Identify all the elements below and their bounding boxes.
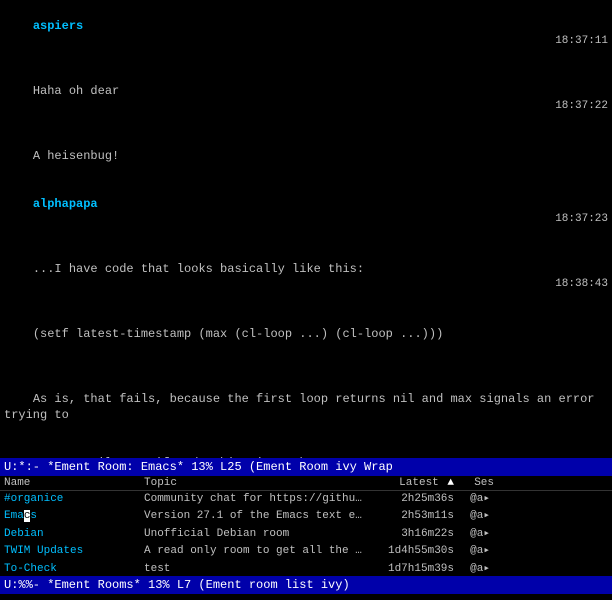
msg-line-6: As is, that fails, because the first loo… bbox=[4, 374, 608, 439]
sort-arrow: ▲ bbox=[447, 477, 454, 489]
msg-line-3: ...I have code that looks basically like… bbox=[4, 245, 608, 310]
mode-line-top-text: U:*:- *Ement Room: Emacs* 13% L25 (Ement… bbox=[4, 460, 393, 474]
room-ses-twim: @a▸ bbox=[454, 544, 494, 559]
room-ses-debian: @a▸ bbox=[454, 527, 494, 542]
room-name-debian[interactable]: Debian bbox=[4, 527, 144, 542]
username-alphapapa-1: alphapapa bbox=[33, 197, 98, 211]
col-latest: Latest ▲ bbox=[364, 477, 454, 489]
room-topic-organice: Community chat for https://githu... bbox=[144, 492, 364, 507]
emacs-cursor: c bbox=[24, 510, 31, 522]
room-row-tocheck[interactable]: To-Check test 1d7h15m39s @a▸ bbox=[0, 561, 612, 576]
msg-line-4: (setf latest-timestamp (max (cl-loop ...… bbox=[4, 310, 608, 359]
message-block-2: alphapapa 18:37:23 bbox=[4, 180, 608, 245]
room-topic-tocheck: test bbox=[144, 562, 364, 576]
room-latest-organice: 2h25m36s bbox=[364, 492, 454, 507]
room-row-emacs[interactable]: Emacs Version 27.1 of the Emacs text e..… bbox=[0, 508, 612, 525]
mode-line-bottom: U:%%- *Ement Rooms* 13% L7 (Ement room l… bbox=[0, 576, 612, 594]
room-row-twim[interactable]: TWIM Updates A read only room to get all… bbox=[0, 543, 612, 560]
room-topic-emacs: Version 27.1 of the Emacs text e... bbox=[144, 509, 364, 524]
msg-text-4: As is, that fails, because the first loo… bbox=[4, 392, 602, 422]
room-ses-tocheck: @a▸ bbox=[454, 562, 494, 576]
room-list[interactable]: Name Topic Latest ▲ Ses #organice Commun… bbox=[0, 476, 612, 576]
msg-text-3: ...I have code that looks basically like… bbox=[33, 262, 364, 276]
room-latest-emacs: 2h53m11s bbox=[364, 509, 454, 524]
timestamp-1: 18:37:11 bbox=[555, 34, 608, 49]
msg-line-5 bbox=[4, 358, 608, 374]
timestamp-2: 18:37:22 bbox=[555, 99, 608, 114]
message-block-1: aspiers 18:37:11 bbox=[4, 2, 608, 67]
room-latest-tocheck: 1d7h15m39s bbox=[364, 562, 454, 576]
room-latest-debian: 3h16m22s bbox=[364, 527, 454, 542]
room-topic-twim: A read only room to get all the ... bbox=[144, 544, 364, 559]
room-name-tocheck[interactable]: To-Check bbox=[4, 562, 144, 576]
room-name-organice[interactable]: #organice bbox=[4, 492, 144, 507]
room-ses-organice: @a▸ bbox=[454, 492, 494, 507]
mode-line-top: U:*:- *Ement Room: Emacs* 13% L25 (Ement… bbox=[0, 458, 612, 476]
room-topic-debian: Unofficial Debian room bbox=[144, 527, 364, 542]
mode-line-bottom-text: U:%%- *Ement Rooms* 13% L7 (Ement room l… bbox=[4, 578, 350, 592]
msg-text-2: A heisenbug! bbox=[33, 149, 119, 163]
room-name-twim[interactable]: TWIM Updates bbox=[4, 544, 144, 559]
msg-line-2: A heisenbug! bbox=[4, 132, 608, 181]
col-name: Name bbox=[4, 477, 144, 489]
msg-line-7: compare nil. But if I do this, it works: bbox=[4, 439, 608, 458]
msg-line-1: Haha oh dear 18:37:22 bbox=[4, 67, 608, 132]
room-name-emacs[interactable]: Emacs bbox=[4, 509, 144, 524]
col-ses: Ses bbox=[454, 477, 494, 489]
col-topic: Topic bbox=[144, 477, 364, 489]
timestamp-3: 18:37:23 bbox=[555, 212, 608, 227]
timestamp-4: 18:38:43 bbox=[555, 277, 608, 292]
room-latest-twim: 1d4h55m30s bbox=[364, 544, 454, 559]
username-aspiers-1: aspiers bbox=[33, 19, 83, 33]
room-ses-emacs: @a▸ bbox=[454, 509, 494, 524]
room-row-debian[interactable]: Debian Unofficial Debian room 3h16m22s @… bbox=[0, 526, 612, 543]
chat-area: aspiers 18:37:11 Haha oh dear 18:37:22 A… bbox=[0, 0, 612, 458]
msg-text-1: Haha oh dear bbox=[33, 84, 119, 98]
room-list-header: Name Topic Latest ▲ Ses bbox=[0, 476, 612, 491]
room-row-organice[interactable]: #organice Community chat for https://git… bbox=[0, 491, 612, 508]
msg-code-1: (setf latest-timestamp (max (cl-loop ...… bbox=[33, 327, 443, 341]
